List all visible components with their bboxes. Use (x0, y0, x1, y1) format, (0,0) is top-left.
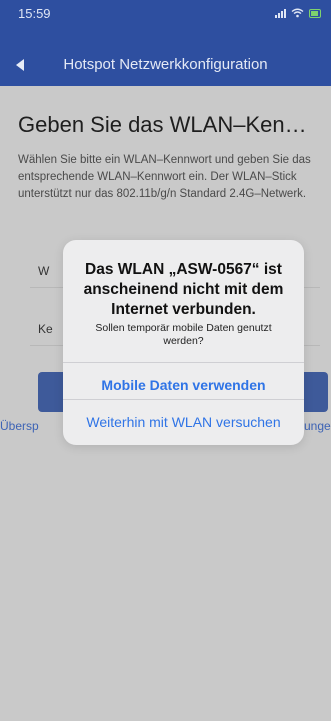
app-header: 15:59 Hotspot Netzwerkkonfiguration (0, 0, 331, 86)
wifi-icon (291, 8, 304, 18)
wlan-name-label: W (38, 264, 50, 278)
wlan-password-label: Ke (38, 322, 53, 336)
alert-title: Das WLAN „ASW-0567“ ist anscheinend nich… (83, 261, 284, 318)
battery-icon (309, 8, 321, 18)
alert-message: Sollen temporär mobile Daten genutzt wer… (95, 322, 272, 347)
nav-title: Hotspot Netzwerkkonfiguration (63, 56, 268, 73)
page-description: Wählen Sie bitte ein WLAN–Kennwort und g… (18, 154, 311, 200)
page-title: Geben Sie das WLAN–Ken… (18, 112, 307, 137)
signal-icon (275, 8, 286, 18)
keep-wlan-button[interactable]: Weiterhin mit WLAN versuchen (63, 400, 304, 444)
skip-link[interactable]: Übersp (0, 419, 39, 433)
secondary-link[interactable]: unge (304, 419, 331, 433)
status-time: 15:59 (18, 6, 51, 21)
status-icons (275, 6, 321, 20)
alert-dialog: Das WLAN „ASW-0567“ ist anscheinend nich… (63, 240, 304, 445)
